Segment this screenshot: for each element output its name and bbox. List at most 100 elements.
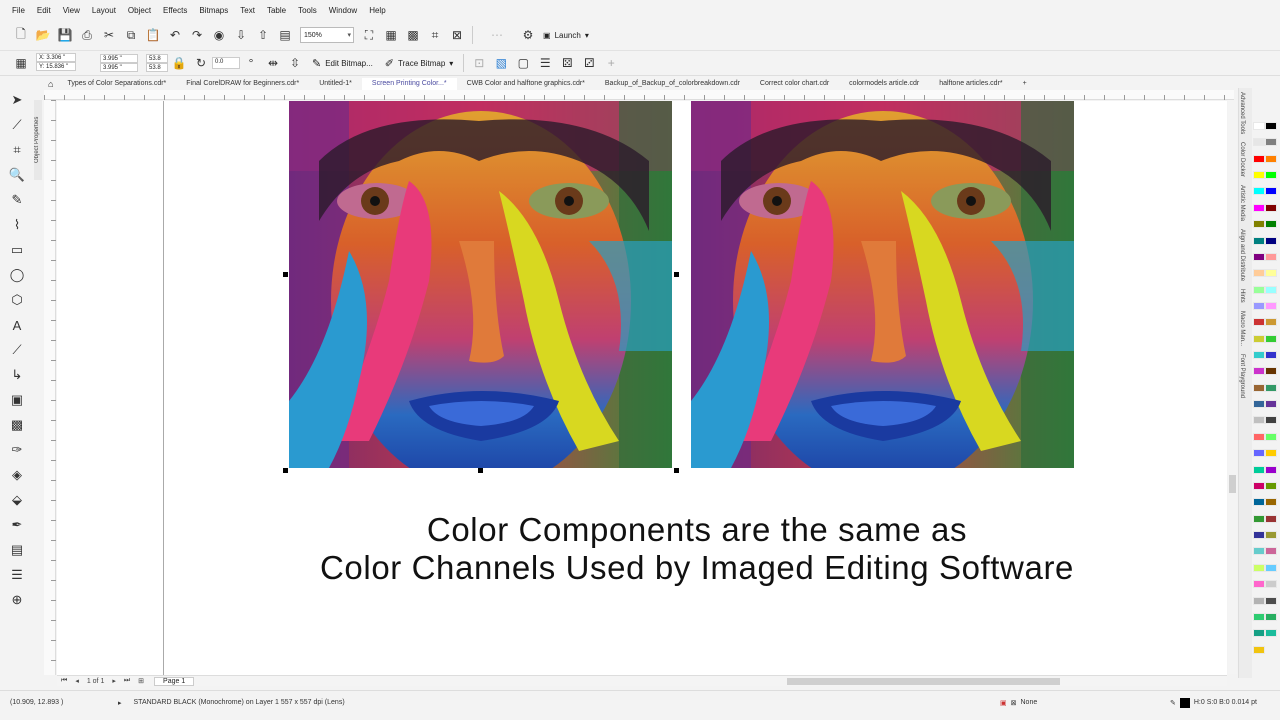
color-swatch[interactable] — [1253, 481, 1265, 490]
document-tab[interactable]: Backup_of_Backup_of_colorbreakdown.cdr — [595, 78, 750, 90]
color-swatch[interactable] — [1265, 563, 1277, 572]
docker-tab[interactable]: Artistic Media — [1239, 181, 1245, 225]
color-swatch[interactable] — [1265, 449, 1277, 458]
color-swatch[interactable] — [1265, 203, 1277, 212]
menu-window[interactable]: Window — [323, 3, 363, 19]
color-swatch[interactable] — [1253, 236, 1265, 245]
color-swatch[interactable] — [1253, 285, 1265, 294]
rectangle-tool-icon[interactable]: ▭ — [5, 238, 29, 262]
color-swatch[interactable] — [1265, 596, 1277, 605]
color-swatch[interactable] — [1253, 367, 1265, 376]
color-swatch[interactable] — [1253, 301, 1265, 310]
selection-handle[interactable] — [674, 468, 679, 473]
crop-tool-icon[interactable]: ⌗ — [5, 138, 29, 162]
color-mask-icon[interactable]: ⚄ — [556, 53, 578, 73]
scroll-thumb[interactable] — [1229, 475, 1236, 493]
save-icon[interactable]: 💾 — [54, 25, 76, 45]
document-tab[interactable]: Screen Printing Color...* — [361, 78, 457, 90]
color-swatch[interactable] — [1265, 334, 1277, 343]
color-swatch[interactable] — [1253, 596, 1265, 605]
color-swatch[interactable] — [1253, 187, 1265, 196]
color-swatch[interactable] — [1265, 351, 1277, 360]
selection-handle[interactable] — [283, 272, 288, 277]
docker-tab[interactable]: Macro Man... — [1239, 307, 1245, 350]
selection-handle[interactable] — [478, 468, 483, 473]
wrap-text-icon[interactable]: ☰ — [534, 53, 556, 73]
document-tab[interactable]: Correct color chart.cdr — [750, 78, 839, 90]
menu-effects[interactable]: Effects — [157, 3, 193, 19]
undo-icon[interactable]: ↶ — [164, 25, 186, 45]
connector-tool-icon[interactable]: ↳ — [5, 363, 29, 387]
options-gear-icon[interactable]: ⚙ — [517, 25, 539, 45]
color-swatch[interactable] — [1253, 465, 1265, 474]
eyedropper-icon[interactable]: ✑ — [5, 438, 29, 462]
color-swatch[interactable] — [1265, 481, 1277, 490]
color-swatch[interactable] — [1253, 334, 1265, 343]
width-field[interactable]: 3.995 " — [100, 54, 138, 63]
add-tool-icon[interactable]: ⊕ — [5, 588, 29, 612]
document-tab[interactable]: halftone articles.cdr* — [929, 78, 1012, 90]
resample-icon[interactable]: ▧ — [490, 53, 512, 73]
import-icon[interactable]: ⇩ — [230, 25, 252, 45]
horizontal-scrollbar[interactable] — [657, 675, 1227, 686]
interactive-fill-icon[interactable]: ◈ — [5, 463, 29, 487]
new-document-icon[interactable]: 🗋 — [10, 25, 32, 45]
docker-tab[interactable]: Font Playground — [1239, 350, 1245, 402]
snap-icon[interactable]: ⌗ — [424, 25, 446, 45]
drop-shadow-icon[interactable]: ▣ — [5, 388, 29, 412]
color-swatch[interactable] — [1265, 187, 1277, 196]
color-swatch[interactable] — [1265, 514, 1277, 523]
color-swatch[interactable] — [1265, 498, 1277, 507]
print-icon[interactable]: ⎙ — [76, 25, 98, 45]
color-swatch[interactable] — [1253, 138, 1265, 147]
page-tab[interactable]: Page 1 — [154, 676, 195, 686]
copy-icon[interactable]: ⧉ — [120, 25, 142, 45]
color-swatch[interactable] — [1265, 318, 1277, 327]
color-swatch[interactable] — [1253, 351, 1265, 360]
color-swatch[interactable] — [1265, 252, 1277, 261]
docker-tab[interactable]: Align and Distribute — [1239, 225, 1245, 285]
color-swatch[interactable] — [1253, 203, 1265, 212]
color-swatch[interactable] — [1265, 612, 1277, 621]
color-swatch[interactable] — [1265, 531, 1277, 539]
trace-bitmap-button[interactable]: ✐ Trace Bitmap ▾ — [379, 53, 460, 73]
artistic-media-icon[interactable]: ⌇ — [5, 213, 29, 237]
color-swatch[interactable] — [1265, 400, 1277, 409]
document-tab[interactable]: CWB Color and halftone graphics.cdr* — [457, 78, 595, 90]
color-swatch[interactable] — [1265, 416, 1277, 425]
lock-ratio-icon[interactable]: 🔒 — [168, 53, 190, 73]
document-tab[interactable]: colormodels article.cdr — [839, 78, 929, 90]
full-screen-icon[interactable]: ⛶ — [358, 25, 380, 45]
menu-table[interactable]: Table — [261, 3, 292, 19]
outline-pen-icon[interactable]: ✒ — [5, 513, 29, 537]
color-swatch[interactable] — [1265, 269, 1277, 278]
color-swatch[interactable] — [1265, 236, 1277, 245]
color-swatch[interactable] — [1265, 367, 1277, 376]
docker-tab[interactable]: Color Docker — [1239, 138, 1245, 181]
height-field[interactable]: 3.995 " — [100, 63, 138, 72]
menu-help[interactable]: Help — [363, 3, 391, 19]
color-swatch[interactable] — [1265, 580, 1277, 589]
selection-handle[interactable] — [283, 468, 288, 473]
scale-width-field[interactable]: 53.8 — [146, 54, 168, 63]
polygon-tool-icon[interactable]: ⬡ — [5, 288, 29, 312]
transparency-tool-icon[interactable]: ▩ — [5, 413, 29, 437]
parallel-dimension-icon[interactable]: ⟋ — [5, 338, 29, 362]
open-icon[interactable]: 📂 — [32, 25, 54, 45]
color-swatch[interactable] — [1265, 171, 1277, 180]
redo-icon[interactable]: ↷ — [186, 25, 208, 45]
color-swatch[interactable] — [1253, 383, 1265, 392]
color-swatch[interactable] — [1265, 285, 1277, 294]
mirror-vertical-icon[interactable]: ⇳ — [284, 53, 306, 73]
color-swatch[interactable] — [1265, 629, 1277, 638]
prev-page-icon[interactable]: ◂ — [71, 677, 83, 685]
align-icon[interactable]: ☰ — [5, 563, 29, 587]
document-tab[interactable]: Types of Color Separations.cdr* — [57, 78, 176, 90]
zoom-tool-icon[interactable]: 🔍 — [5, 163, 29, 187]
color-swatch[interactable] — [1265, 138, 1277, 147]
selection-handle[interactable] — [674, 272, 679, 277]
color-swatch[interactable] — [1253, 252, 1265, 261]
color-swatch[interactable] — [1265, 301, 1277, 310]
menu-bitmaps[interactable]: Bitmaps — [193, 3, 234, 19]
color-swatch[interactable] — [1253, 122, 1265, 130]
